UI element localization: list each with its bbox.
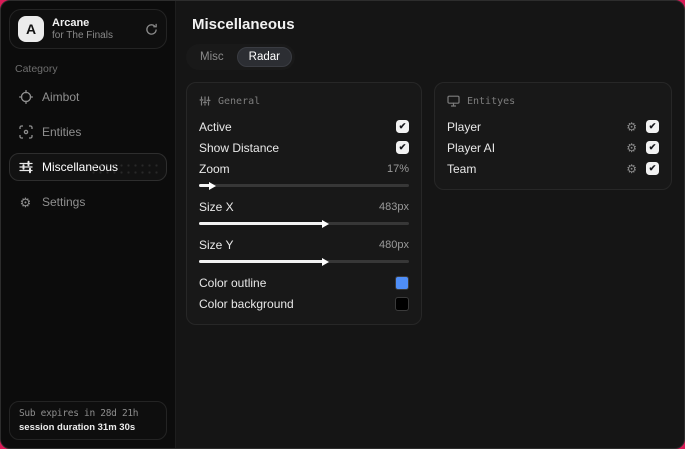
entity-label: Player <box>447 119 482 134</box>
setting-label: Active <box>199 119 232 134</box>
subscription-card: Sub expires in 28d 21h session duration … <box>9 401 167 440</box>
sliders-small-icon <box>199 95 211 107</box>
sidebar-item-entities[interactable]: Entities <box>9 118 167 146</box>
setting-label: Show Distance <box>199 140 280 155</box>
setting-label: Color background <box>199 296 294 311</box>
app-window: A Arcane for The Finals Category Aimbot <box>0 0 685 449</box>
setting-label: Color outline <box>199 275 267 290</box>
sidebar: A Arcane for The Finals Category Aimbot <box>1 1 176 448</box>
entity-label: Team <box>447 161 477 176</box>
entities-panel-title: Entityes <box>467 95 516 107</box>
sidebar-item-miscellaneous[interactable]: Miscellaneous <box>9 153 167 181</box>
player-checkbox[interactable]: ✔ <box>646 120 659 133</box>
size-y-slider[interactable] <box>199 257 409 266</box>
entities-panel-header: Entityes <box>447 95 659 107</box>
slider-fill <box>199 260 325 263</box>
tab-bar: Misc Radar <box>186 44 295 70</box>
sidebar-item-label: Aimbot <box>42 90 80 104</box>
entities-panel: Entityes Player ⚙ ✔ Player AI ⚙ ✔ Team ⚙… <box>434 82 672 190</box>
refresh-icon[interactable] <box>145 23 158 36</box>
app-title-block: Arcane for The Finals <box>52 17 113 42</box>
entity-row-team: Team ⚙ ✔ <box>447 158 659 179</box>
app-subtitle: for The Finals <box>52 29 113 41</box>
entity-row-player-ai: Player AI ⚙ ✔ <box>447 137 659 158</box>
entity-label: Player AI <box>447 140 496 155</box>
monitor-icon <box>447 95 460 107</box>
gear-icon: ⚙ <box>19 194 32 210</box>
slider-fill <box>199 222 325 225</box>
main-content: Miscellaneous Misc Radar General Active … <box>176 1 684 448</box>
setting-row-color-background: Color background <box>199 293 409 314</box>
show-distance-checkbox[interactable]: ✔ <box>396 141 409 154</box>
color-outline-swatch[interactable] <box>395 275 409 290</box>
setting-row-zoom: Zoom 17% <box>199 158 409 179</box>
sidebar-item-settings[interactable]: ⚙ Settings <box>9 188 167 216</box>
sidebar-item-label: Entities <box>42 125 82 139</box>
session-duration-text: session duration 31m 30s <box>19 422 136 433</box>
app-name: Arcane <box>52 16 90 29</box>
slider-track <box>199 184 409 187</box>
team-settings-gear-icon[interactable]: ⚙ <box>626 163 637 175</box>
crosshair-icon <box>18 90 33 104</box>
general-panel-header: General <box>199 95 409 107</box>
player-ai-settings-gear-icon[interactable]: ⚙ <box>626 142 637 154</box>
setting-row-active: Active ✔ <box>199 116 409 137</box>
entity-row-player: Player ⚙ ✔ <box>447 116 659 137</box>
player-ai-checkbox[interactable]: ✔ <box>646 141 659 154</box>
setting-label: Zoom <box>199 161 230 176</box>
category-label: Category <box>15 63 58 75</box>
sub-expiry-text: Sub expires in 28d 21h <box>19 408 139 419</box>
setting-row-color-outline: Color outline <box>199 272 409 293</box>
sidebar-item-label: Settings <box>42 195 86 209</box>
setting-row-size-x: Size X 483px <box>199 196 409 217</box>
setting-row-size-y: Size Y 480px <box>199 234 409 255</box>
app-logo: A <box>18 16 44 42</box>
sidebar-item-aimbot[interactable]: Aimbot <box>9 83 167 111</box>
tab-misc[interactable]: Misc <box>189 47 235 67</box>
setting-label: Size Y <box>199 237 234 252</box>
size-x-value: 483px <box>379 200 409 213</box>
general-panel: General Active ✔ Show Distance ✔ Zoom 17… <box>186 82 422 325</box>
panels-row: General Active ✔ Show Distance ✔ Zoom 17… <box>186 82 672 325</box>
team-checkbox[interactable]: ✔ <box>646 162 659 175</box>
slider-thumb[interactable] <box>322 258 329 266</box>
setting-label: Size X <box>199 199 234 214</box>
setting-row-show-distance: Show Distance ✔ <box>199 137 409 158</box>
page-title: Miscellaneous <box>192 16 295 33</box>
size-y-value: 480px <box>379 238 409 251</box>
slider-thumb[interactable] <box>208 182 216 190</box>
app-header-card: A Arcane for The Finals <box>9 9 167 49</box>
sidebar-item-label: Miscellaneous <box>42 160 119 174</box>
active-checkbox[interactable]: ✔ <box>396 120 409 133</box>
general-panel-title: General <box>218 95 261 107</box>
sliders-icon <box>18 160 33 174</box>
scan-eye-icon <box>18 125 33 139</box>
zoom-value: 17% <box>386 162 409 175</box>
sidebar-nav: Aimbot Entities Miscellaneous ⚙ Settings <box>9 83 167 216</box>
slider-thumb[interactable] <box>322 220 329 228</box>
zoom-slider[interactable] <box>199 181 409 190</box>
size-x-slider[interactable] <box>199 219 409 228</box>
tab-radar[interactable]: Radar <box>236 47 292 67</box>
player-settings-gear-icon[interactable]: ⚙ <box>626 121 637 133</box>
color-background-swatch[interactable] <box>395 296 409 311</box>
